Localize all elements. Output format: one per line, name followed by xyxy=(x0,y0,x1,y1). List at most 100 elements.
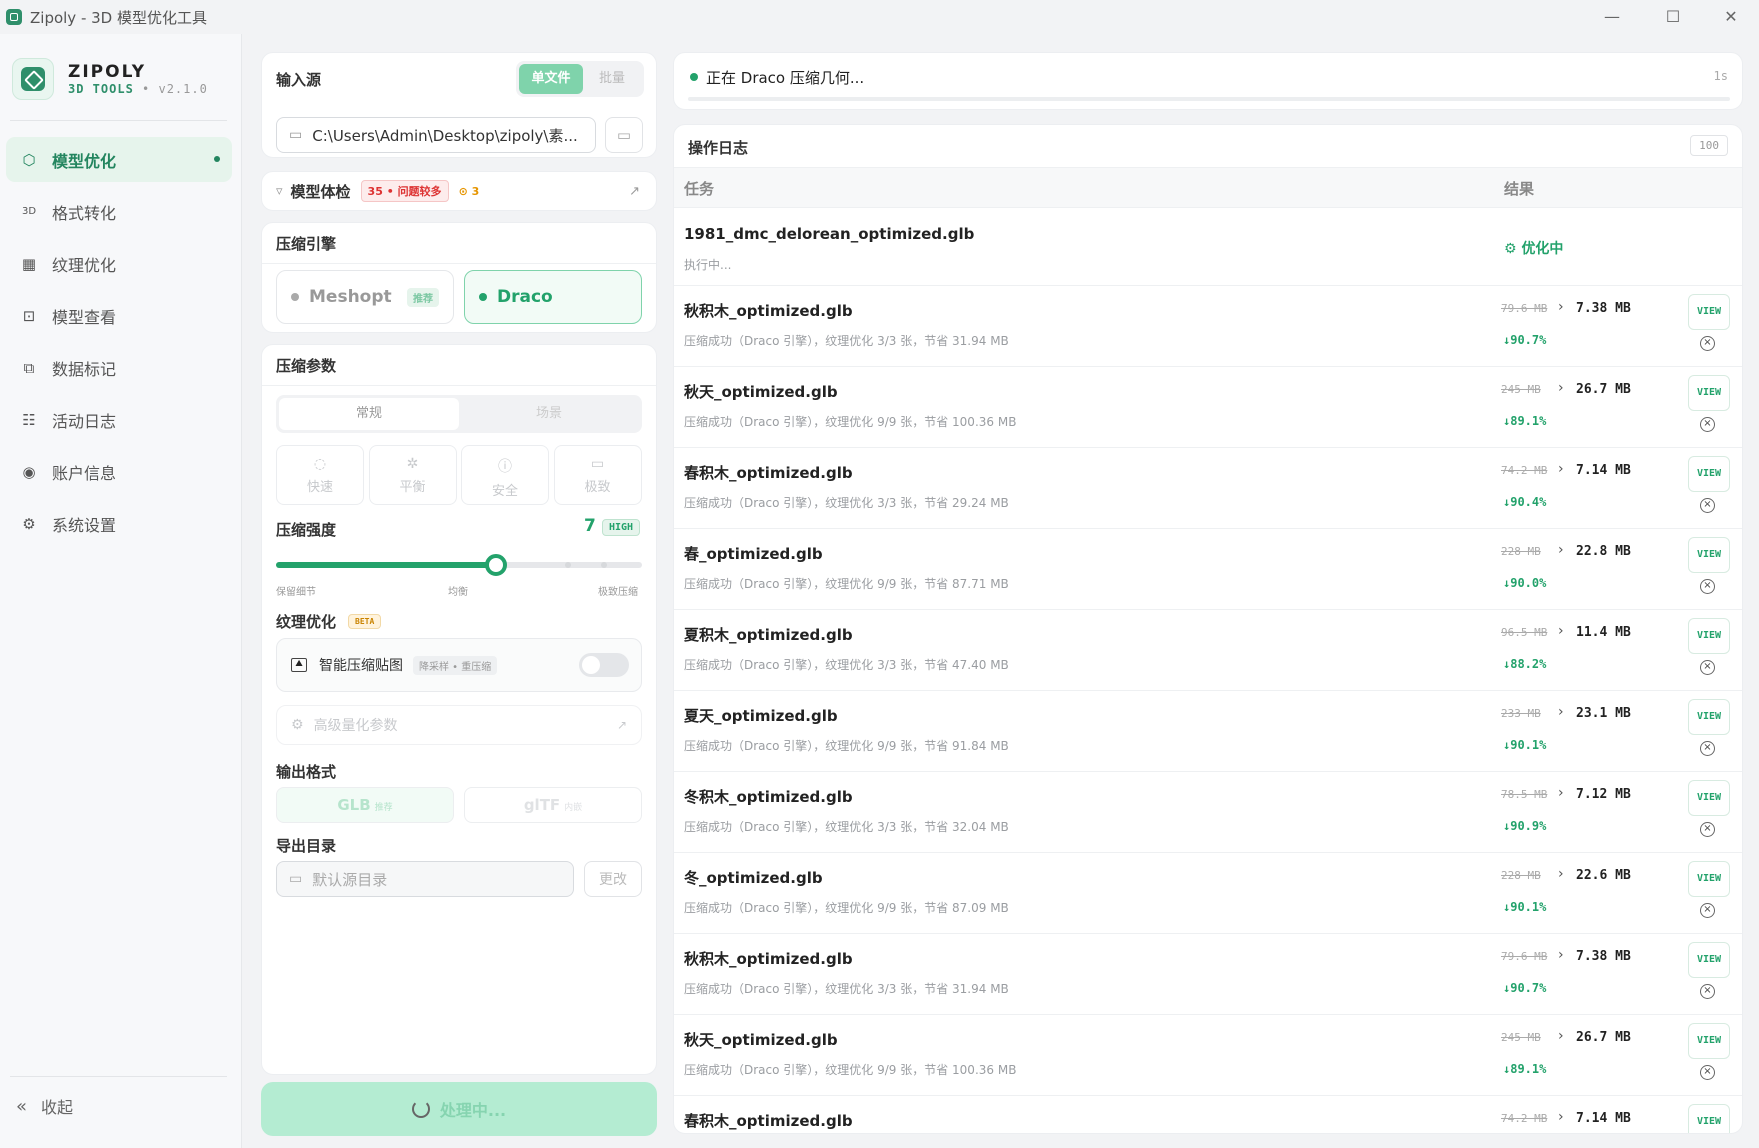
mode-preset-2[interactable]: ⓘ 安全 xyxy=(461,445,549,505)
format-gltf-button[interactable]: glTF 内嵌 xyxy=(464,787,642,823)
sidebar-item-1[interactable]: 3D 格式转化 xyxy=(6,189,232,234)
log-row-running[interactable]: 1981_dmc_delorean_optimized.glb 执行中... ⚙… xyxy=(674,207,1742,285)
close-circle-icon[interactable]: × xyxy=(1700,417,1715,432)
view-button[interactable]: VIEW xyxy=(1688,942,1730,978)
browse-folder-button[interactable]: ▭ xyxy=(605,117,643,153)
sidebar-item-2[interactable]: ▦ 纹理优化 xyxy=(6,241,232,286)
task-sub: 压缩成功（Draco 引擎），纹理优化 3/3 张，节省 29.24 MB xyxy=(684,496,1009,510)
process-label: 处理中... xyxy=(439,1101,507,1120)
log-row[interactable]: 秋积木_optimized.glb 压缩成功（Draco 引擎），纹理优化 3/3… xyxy=(674,285,1742,366)
view-button[interactable]: VIEW xyxy=(1688,1104,1730,1133)
view-button[interactable]: VIEW xyxy=(1688,699,1730,735)
format-glb-button[interactable]: GLB 推荐 xyxy=(276,787,454,823)
check-icon: ▿ xyxy=(276,183,283,199)
log-row[interactable]: 冬_optimized.glb 压缩成功（Draco 引擎），纹理优化 9/9 张… xyxy=(674,852,1742,933)
view-button[interactable]: VIEW xyxy=(1688,780,1730,816)
slider-label-right: 极致压缩 xyxy=(598,587,638,598)
gear-icon: ⚙ xyxy=(22,514,36,533)
engine-draco-button[interactable]: Draco xyxy=(464,270,642,324)
view-button[interactable]: VIEW xyxy=(1688,618,1730,654)
close-circle-icon[interactable]: × xyxy=(1700,822,1715,837)
log-row[interactable]: 秋积木_optimized.glb 压缩成功（Draco 引擎），纹理优化 3/3… xyxy=(674,933,1742,1014)
tab-scene[interactable]: 场景 xyxy=(459,398,639,430)
sidebar: ZIPOLY 3D TOOLS • v2.1.0 ⬡ 模型优化 3D 格式转化 ▦ 纹理优… xyxy=(0,34,242,1148)
task-sub: 压缩成功（Draco 引擎），纹理优化 9/9 张，节省 100.36 MB xyxy=(684,1063,1017,1077)
chevron-right-icon: › xyxy=(1558,947,1564,963)
folder-icon: ▭ xyxy=(616,126,632,144)
cube-icon: ⬡ xyxy=(22,150,36,169)
tab-normal[interactable]: 常规 xyxy=(279,398,459,430)
sidebar-item-7[interactable]: ⚙ 系统设置 xyxy=(6,501,232,546)
log-header: 任务 结果 xyxy=(674,167,1742,207)
close-circle-icon[interactable]: × xyxy=(1700,1065,1715,1080)
gear-spin-icon: ⚙ xyxy=(1504,241,1517,257)
task-name: 秋天_optimized.glb xyxy=(684,383,838,401)
view-button[interactable]: VIEW xyxy=(1688,294,1730,330)
sidebar-item-5[interactable]: ☷ 活动日志 xyxy=(6,397,232,442)
collapse-button[interactable]: « 收起 xyxy=(16,1094,73,1118)
reduction: ↓89.1% xyxy=(1503,414,1546,428)
mode-batch-button[interactable]: 批量 xyxy=(583,64,641,94)
sidebar-item-label: 模型查看 xyxy=(52,307,117,327)
view-button[interactable]: VIEW xyxy=(1688,537,1730,573)
slider-label-left: 保留细节 xyxy=(276,587,316,598)
sidebar-item-6[interactable]: ◉ 账户信息 xyxy=(6,449,232,494)
close-circle-icon[interactable]: × xyxy=(1700,741,1715,756)
close-circle-icon[interactable]: × xyxy=(1700,498,1715,513)
mode-preset-1[interactable]: ✲ 平衡 xyxy=(368,445,457,505)
warning-count: 3 xyxy=(471,184,480,198)
engine-meshopt-button[interactable]: Meshopt 推荐 xyxy=(276,270,454,324)
param-tabs: 常规 场景 xyxy=(276,395,642,433)
export-dir-input[interactable]: ▭ 默认源目录 xyxy=(276,861,574,897)
path-input[interactable]: ▭ C:\Users\Admin\Desktop\zipoly\素... xyxy=(276,117,596,153)
maximize-button[interactable]: ☐ xyxy=(1658,6,1688,28)
strength-value: 7 xyxy=(584,516,596,536)
log-row[interactable]: 冬积木_optimized.glb 压缩成功（Draco 引擎），纹理优化 3/3… xyxy=(674,771,1742,852)
close-circle-icon[interactable]: × xyxy=(1700,903,1715,918)
brand-name: ZIPOLY xyxy=(68,62,147,82)
close-circle-icon[interactable]: × xyxy=(1700,984,1715,999)
strength-slider-thumb[interactable] xyxy=(485,554,508,576)
log-row[interactable]: 夏积木_optimized.glb 压缩成功（Draco 引擎），纹理优化 3/3… xyxy=(674,609,1742,690)
strength-badge: HIGH xyxy=(602,519,641,536)
close-window-button[interactable]: ✕ xyxy=(1716,6,1746,28)
log-row[interactable]: 秋天_optimized.glb 压缩成功（Draco 引擎），纹理优化 9/9 … xyxy=(674,366,1742,447)
mode-preset-icon: ▭ xyxy=(590,456,605,472)
sidebar-item-3[interactable]: ⊡ 模型查看 xyxy=(6,293,232,338)
close-circle-icon[interactable]: × xyxy=(1700,336,1715,351)
chevron-right-icon: › xyxy=(1558,1109,1564,1125)
log-row[interactable]: 春_optimized.glb 压缩成功（Draco 引擎），纹理优化 9/9 张… xyxy=(674,528,1742,609)
close-circle-icon[interactable]: × xyxy=(1700,660,1715,675)
chevron-right-icon: › xyxy=(1558,461,1564,477)
close-circle-icon[interactable]: × xyxy=(1700,579,1715,594)
slider-tick xyxy=(601,562,607,568)
mode-single-button[interactable]: 单文件 xyxy=(519,64,583,94)
view-button[interactable]: VIEW xyxy=(1688,861,1730,897)
col-result: 结果 xyxy=(1504,180,1535,198)
task-name: 春_optimized.glb xyxy=(684,545,823,563)
model-check-card[interactable]: ▿ 模型体检 35 • 问题较多 ⊙ 3 ↗ xyxy=(261,171,657,211)
old-size: 74.2 MB xyxy=(1501,464,1548,477)
mode-preset-0[interactable]: ◌ 快速 xyxy=(276,445,364,505)
smart-compress-toggle[interactable] xyxy=(579,653,629,677)
strength-slider-fill xyxy=(276,562,497,568)
process-button[interactable]: 处理中... xyxy=(261,1082,657,1136)
output-format-title: 输出格式 xyxy=(276,763,337,781)
app-icon xyxy=(6,9,22,25)
minimize-button[interactable]: — xyxy=(1597,6,1627,28)
sidebar-item-4[interactable]: ⧉ 数据标记 xyxy=(6,345,232,390)
mode-preset-3[interactable]: ▭ 极致 xyxy=(553,445,642,505)
chevron-right-icon: › xyxy=(1558,785,1564,801)
view-button[interactable]: VIEW xyxy=(1688,375,1730,411)
task-sub: 压缩成功（Draco 引擎），纹理优化 9/9 张，节省 87.09 MB xyxy=(684,901,1009,915)
log-row[interactable]: 夏天_optimized.glb 压缩成功（Draco 引擎），纹理优化 9/9 … xyxy=(674,690,1742,771)
view-button[interactable]: VIEW xyxy=(1688,456,1730,492)
log-row[interactable]: 秋天_optimized.glb 压缩成功（Draco 引擎），纹理优化 9/9 … xyxy=(674,1014,1742,1095)
sidebar-item-0[interactable]: ⬡ 模型优化 xyxy=(6,137,232,182)
log-row[interactable]: 春积木_optimized.glb 74.2 MB › 7.14 MB VIEW xyxy=(674,1095,1742,1133)
advanced-quant-row[interactable]: ⚙ 高级量化参数 ↗ xyxy=(276,705,642,745)
log-row[interactable]: 春积木_optimized.glb 压缩成功（Draco 引擎），纹理优化 3/3… xyxy=(674,447,1742,528)
change-dir-button[interactable]: 更改 xyxy=(584,861,642,897)
task-sub: 压缩成功（Draco 引擎），纹理优化 3/3 张，节省 32.04 MB xyxy=(684,820,1009,834)
view-button[interactable]: VIEW xyxy=(1688,1023,1730,1059)
